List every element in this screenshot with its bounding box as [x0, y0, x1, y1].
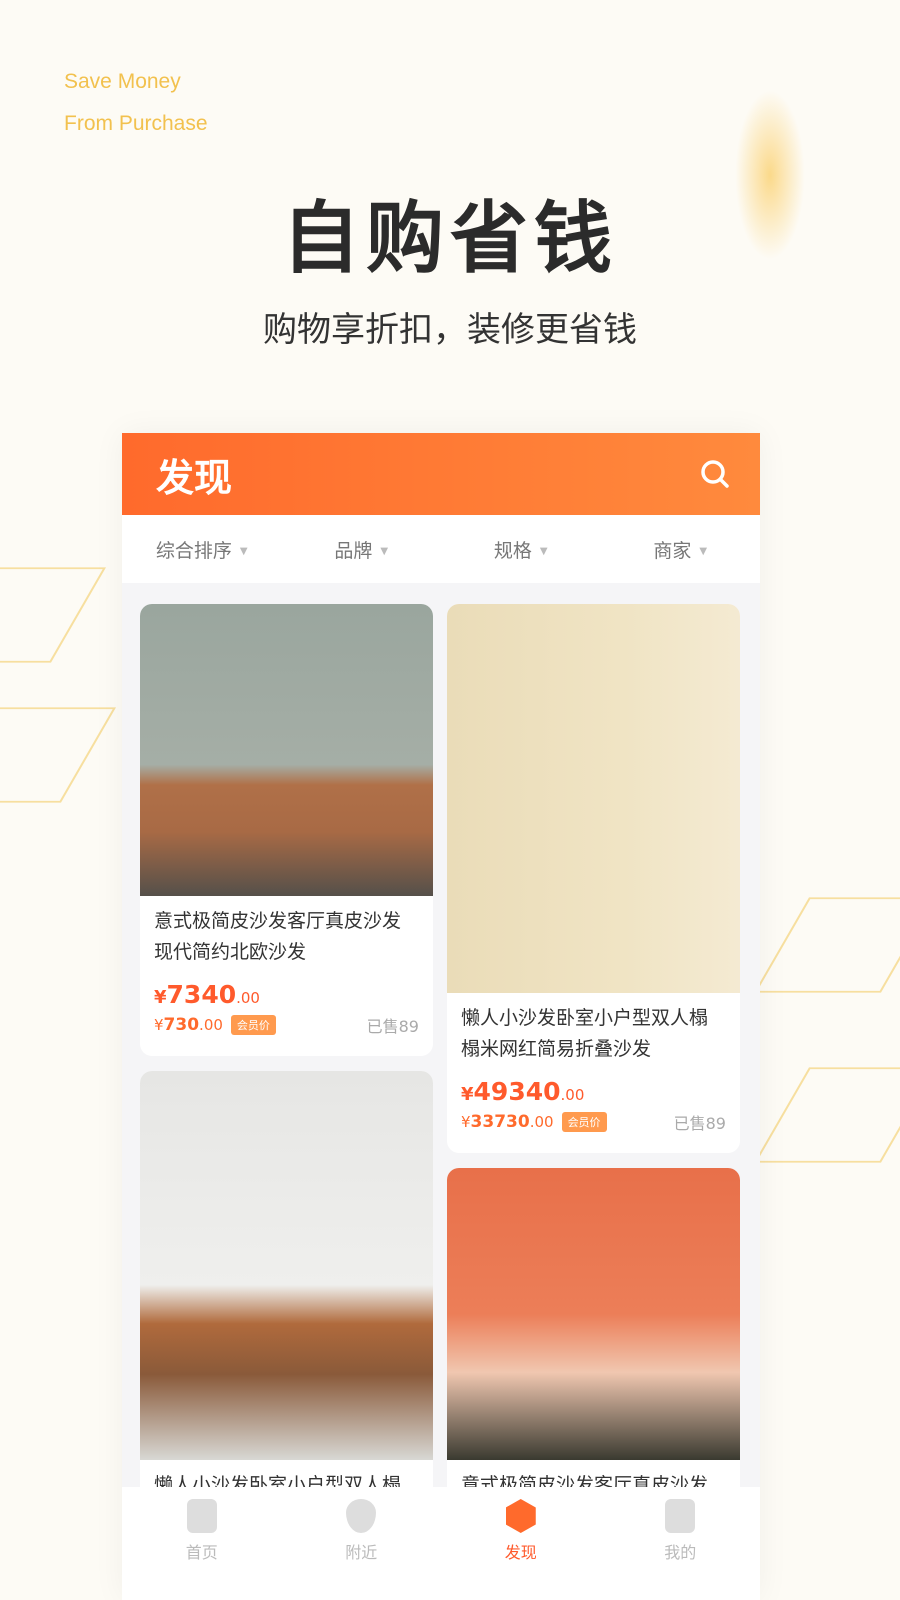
filter-sort[interactable]: 综合排序 ▼	[122, 536, 282, 563]
product-name: 意式极简皮沙发客厅真皮沙发现代简约北欧沙发	[154, 910, 402, 963]
decorative-cube	[753, 1067, 900, 1163]
filter-bar: 综合排序 ▼ 品牌 ▼ 规格 ▼ 商家 ▼	[122, 515, 760, 583]
discover-icon	[505, 1499, 536, 1533]
member-badge: 会员价	[561, 1112, 607, 1132]
promo-title: 自购省钱	[281, 194, 618, 284]
caret-down-icon: ▼	[699, 545, 708, 557]
product-image	[447, 1168, 740, 1460]
header-title: 发现	[156, 455, 233, 500]
filter-spec[interactable]: 规格 ▼	[441, 536, 601, 563]
product-card[interactable]: 懒人小沙发卧室小户型双人榻	[140, 1071, 433, 1531]
nav-discover[interactable]: 发现	[441, 1499, 601, 1600]
promo-en-line1: Save Money	[64, 70, 181, 93]
product-price: ¥7340.00	[154, 980, 260, 1009]
nav-nearby[interactable]: 附近	[282, 1499, 442, 1600]
home-icon	[186, 1499, 217, 1533]
bottom-nav: 首页 附近 发现 我的	[122, 1487, 760, 1600]
user-icon	[665, 1499, 696, 1533]
sold-count: 已售89	[673, 1114, 726, 1133]
caret-down-icon: ▼	[239, 545, 248, 557]
member-price: ¥33730.00	[461, 1112, 554, 1132]
app-header: 发现	[122, 433, 760, 515]
decorative-cube	[0, 567, 107, 663]
member-price: ¥730.00	[154, 1015, 223, 1035]
promo-subtitle: 购物享折扣，装修更省钱	[263, 310, 637, 350]
product-card[interactable]: 意式极简皮沙发客厅真皮沙发现代简约北欧沙发 ¥7340.00 ¥730.00 会员…	[140, 604, 433, 1056]
app-screen: 发现 综合排序 ▼ 品牌 ▼ 规格 ▼ 商家 ▼ 意式极简皮沙发客厅真皮沙发现代简约北欧…	[122, 433, 760, 1600]
product-price: ¥49340.00	[461, 1077, 585, 1106]
product-image	[140, 1071, 433, 1460]
product-image	[140, 604, 433, 896]
decorative-cube	[753, 897, 900, 993]
promo-en-line2: From Purchase	[64, 112, 208, 135]
sold-count: 已售89	[366, 1017, 419, 1036]
product-image	[447, 604, 740, 993]
location-icon	[346, 1499, 377, 1533]
decorative-cube	[0, 707, 117, 803]
caret-down-icon: ▼	[380, 545, 389, 557]
caret-down-icon: ▼	[539, 545, 548, 557]
nav-home[interactable]: 首页	[122, 1499, 282, 1600]
search-icon[interactable]	[700, 459, 730, 489]
nav-mine[interactable]: 我的	[601, 1499, 761, 1600]
filter-brand[interactable]: 品牌 ▼	[282, 536, 442, 563]
product-card[interactable]: 懒人小沙发卧室小户型双人榻榻米网红简易折叠沙发 ¥49340.00 ¥33730…	[447, 604, 740, 1153]
product-name: 懒人小沙发卧室小户型双人榻榻米网红简易折叠沙发	[461, 1007, 709, 1060]
member-badge: 会员价	[230, 1015, 276, 1035]
filter-merchant[interactable]: 商家 ▼	[601, 536, 761, 563]
